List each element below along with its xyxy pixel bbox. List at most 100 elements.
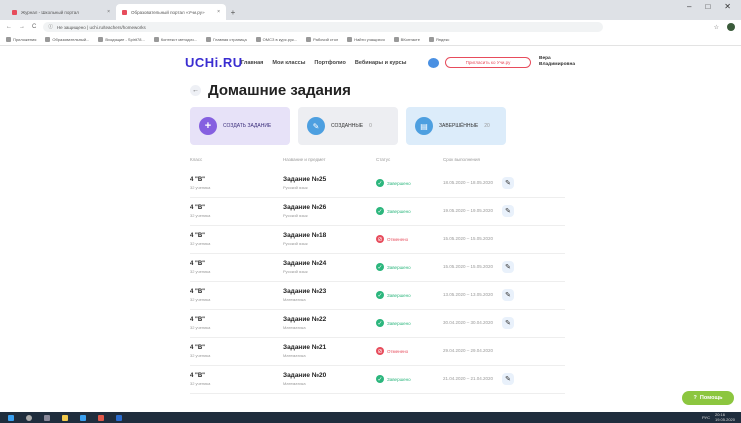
status-label: Завершено <box>387 264 411 270</box>
bookmark-item[interactable]: Рабочий стол <box>306 37 338 42</box>
browser-tab-active[interactable]: Образовательный портал «Учи.ру» × <box>116 4 226 20</box>
pupil-count: 32 ученика <box>190 185 211 190</box>
site-logo[interactable]: UCHi.RU <box>185 55 243 70</box>
tab-close-icon[interactable]: × <box>217 9 220 15</box>
user-menu[interactable]: Вера Владимировна <box>539 56 575 68</box>
nav-item-classes[interactable]: Мои классы <box>272 60 305 66</box>
task-subject: Русский язык <box>283 185 308 190</box>
created-label: СОЗДАННЫЕ <box>331 123 364 129</box>
browser-icon[interactable] <box>80 414 86 421</box>
tab-favicon-icon <box>12 9 17 15</box>
bookmark-item[interactable]: Приложения <box>6 37 36 42</box>
bookmark-item[interactable]: ОМСЗ в курс.рук... <box>255 37 297 42</box>
bookmark-item[interactable]: Найти учащихся <box>347 37 385 42</box>
plus-icon: + <box>199 117 217 135</box>
table-row[interactable]: 4 "В" 32 ученика Задание №21 Математика ⊘ Отм… <box>190 340 565 366</box>
chat-icon[interactable] <box>428 58 439 68</box>
nav-item-home[interactable]: Главная <box>241 60 263 66</box>
status-badge: ✓ Завершено <box>376 207 411 215</box>
task-name[interactable]: Задание №22 <box>283 316 326 323</box>
status-badge: ✓ Завершено <box>376 375 411 383</box>
new-tab-button[interactable]: + <box>226 4 240 20</box>
bookmark-item[interactable]: Образовательный... <box>45 37 89 42</box>
pupil-count: 32 ученика <box>190 381 211 386</box>
bookmark-icon <box>6 37 11 42</box>
table-row[interactable]: 4 "В" 32 ученика Задание №26 Русский язык ✓ З… <box>190 200 565 226</box>
bookmark-icon <box>255 37 261 42</box>
finished-tasks-card[interactable]: ▤ ЗАВЕРШЁННЫЕ 20 <box>406 107 506 145</box>
maximize-button[interactable]: □ <box>705 2 710 11</box>
tab-close-icon[interactable]: × <box>107 9 110 15</box>
bookmark-label: Входящие - Spirit78... <box>105 37 145 42</box>
table-row[interactable]: 4 "В" 32 ученика Задание №18 Русский язык ⊘ О… <box>190 228 565 254</box>
bookmark-icon <box>45 37 51 42</box>
browser-tab[interactable]: Журнал - Школьный портал × <box>6 4 116 20</box>
task-subject: Русский язык <box>283 213 308 218</box>
edit-pencil-icon[interactable]: ✎ <box>502 261 514 273</box>
back-button[interactable]: ← <box>190 85 201 96</box>
window-controls: – □ ✕ <box>687 2 741 11</box>
star-icon[interactable]: ☆ <box>714 24 719 31</box>
edit-pencil-icon[interactable]: ✎ <box>502 177 514 189</box>
task-view-icon[interactable] <box>44 414 50 421</box>
site-header: UCHi.RU Главная Мои классы Портфолио Веб… <box>0 47 741 73</box>
bookmark-item[interactable]: Яндекс <box>428 37 450 42</box>
task-dates: 29.04.2020 – 29.04.2020 <box>443 348 494 353</box>
bookmark-label: Рабочий стол <box>313 37 339 42</box>
status-badge: ✓ Завершено <box>376 291 411 299</box>
task-name[interactable]: Задание №24 <box>283 260 326 267</box>
minimize-button[interactable]: – <box>687 2 691 11</box>
word-icon[interactable] <box>116 414 122 421</box>
edit-pencil-icon[interactable]: ✎ <box>502 317 514 329</box>
task-name[interactable]: Задание №20 <box>283 372 326 379</box>
help-button[interactable]: ? Помощь <box>682 391 734 405</box>
cancel-icon: ⊘ <box>376 347 384 355</box>
browser-tab-bar: Журнал - Школьный портал × Образовательн… <box>0 0 741 20</box>
table-row[interactable]: 4 "В" 32 ученика Задание №24 Русский язык ✓ З… <box>190 256 565 282</box>
profile-avatar[interactable] <box>727 23 735 31</box>
back-nav-icon[interactable]: ← <box>6 24 12 30</box>
edit-pencil-icon[interactable]: ✎ <box>502 373 514 385</box>
windows-start-icon[interactable] <box>8 414 14 421</box>
nav-item-portfolio[interactable]: Портфолио <box>314 60 346 66</box>
edit-pencil-icon[interactable]: ✎ <box>502 205 514 217</box>
file-explorer-icon[interactable] <box>62 414 68 421</box>
created-tasks-card[interactable]: ✎ СОЗДАННЫЕ 0 <box>298 107 398 145</box>
bookmark-item[interactable]: Входящие - Spirit78... <box>98 37 145 42</box>
bookmark-icon <box>98 37 104 42</box>
table-row[interactable]: 4 "В" 32 ученика Задание №20 Математика ✓ Зав… <box>190 368 565 394</box>
search-icon[interactable] <box>26 414 32 421</box>
address-bar: ← → C ⓘ Не защищено | uchi.ru/teachers/h… <box>0 20 741 34</box>
table-row[interactable]: 4 "В" 32 ученика Задание №23 Математика ✓ Зав… <box>190 284 565 310</box>
app-icon[interactable] <box>98 414 104 421</box>
task-name[interactable]: Задание №18 <box>283 232 326 239</box>
nav-item-webinars[interactable]: Вебинары и курсы <box>355 60 406 66</box>
table-row[interactable]: 4 "В" 32 ученика Задание №22 Математика ✓ Зав… <box>190 312 565 338</box>
bookmark-item[interactable]: Контекст методич... <box>153 37 197 42</box>
create-task-card[interactable]: + СОЗДАТЬ ЗАДАНИЕ <box>190 107 290 145</box>
task-name[interactable]: Задание №25 <box>283 176 326 183</box>
task-subject: Математика <box>283 297 306 302</box>
tray-clock[interactable]: 20:16 19.05.2020 <box>715 412 735 422</box>
task-dates: 13.05.2020 – 13.05.2020 <box>443 292 494 297</box>
bookmark-item[interactable]: ВКонтакте <box>393 37 420 42</box>
close-window-button[interactable]: ✕ <box>724 2 731 11</box>
column-header-status: Статус <box>376 157 391 162</box>
invite-button[interactable]: Пригласить ко Учи.ру <box>445 57 531 68</box>
class-name: 4 "В" <box>190 317 206 323</box>
task-name[interactable]: Задание №26 <box>283 204 326 211</box>
task-name[interactable]: Задание №21 <box>283 344 326 351</box>
bookmark-label: Главная страница <box>213 37 247 42</box>
edit-pencil-icon[interactable]: ✎ <box>502 289 514 301</box>
forward-nav-icon[interactable]: → <box>19 24 25 30</box>
tray-lang[interactable]: РУС <box>702 415 710 420</box>
table-row[interactable]: 4 "В" 32 ученика Задание №25 Русский язык ✓ З… <box>190 172 565 198</box>
bookmark-item[interactable]: Главная страница <box>206 37 247 42</box>
reload-icon[interactable]: C <box>32 24 36 30</box>
status-label: Завершено <box>387 292 411 298</box>
bookmark-label: Яндекс <box>435 37 450 42</box>
pupil-count: 32 ученика <box>190 353 211 358</box>
task-name[interactable]: Задание №23 <box>283 288 326 295</box>
bookmark-icon <box>306 37 312 42</box>
url-input[interactable]: ⓘ Не защищено | uchi.ru/teachers/homewor… <box>43 22 604 32</box>
